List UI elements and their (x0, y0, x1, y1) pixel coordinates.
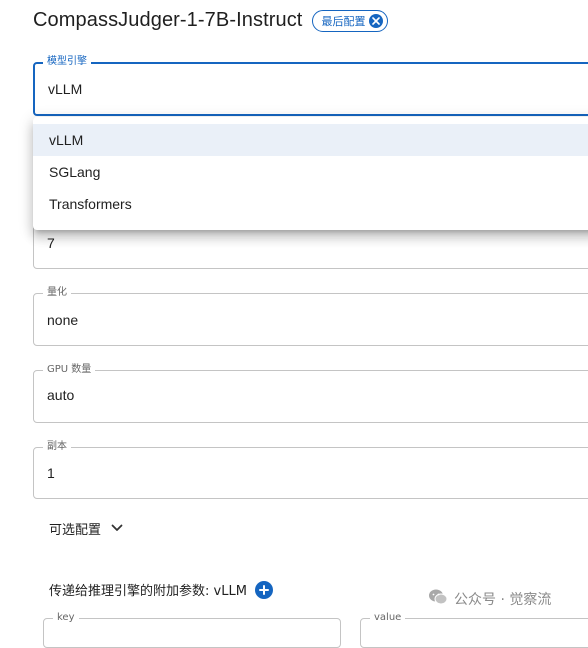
gpu-count-label: GPU 数量 (43, 363, 96, 377)
quantization-select[interactable]: 量化 none (33, 286, 588, 346)
optional-config-toggle[interactable]: 可选配置 (49, 519, 123, 538)
page-title: CompassJudger-1-7B-Instruct (33, 9, 303, 31)
replicas-label: 副本 (43, 440, 71, 454)
engine-select[interactable]: 模型引擎 vLLM (33, 55, 588, 116)
extra-params-label: 传递给推理引擎的附加参数: vLLM (49, 584, 247, 599)
engine-value: vLLM (48, 81, 83, 97)
last-config-chip[interactable]: 最后配置 (312, 9, 389, 32)
menu-item-vllm[interactable]: vLLM (33, 124, 588, 156)
last-config-chip-label: 最后配置 (321, 14, 366, 28)
param-value-input[interactable]: value (360, 611, 588, 648)
gpu-count-field[interactable]: GPU 数量 auto (33, 363, 588, 423)
watermark-text: 公众号 · 觉察流 (454, 592, 552, 608)
gpu-count-value: auto (47, 387, 75, 403)
add-param-button[interactable] (254, 580, 273, 599)
quantization-value: none (47, 312, 79, 328)
engine-label: 模型引擎 (43, 55, 91, 69)
watermark: 公众号 · 觉察流 (428, 588, 551, 610)
chevron-down-icon (111, 521, 123, 536)
replicas-value: 1 (47, 465, 55, 481)
menu-item-sglang[interactable]: SGLang (33, 156, 588, 188)
menu-item-transformers[interactable]: Transformers (33, 188, 588, 220)
extra-params-row: 传递给推理引擎的附加参数: vLLM (49, 580, 273, 599)
wechat-icon (428, 588, 448, 610)
hidden-field-value: 7 (47, 235, 55, 251)
param-key-input[interactable]: key (43, 611, 341, 648)
optional-config-label: 可选配置 (49, 523, 102, 538)
title-row: CompassJudger-1-7B-Instruct 最后配置 (33, 9, 389, 32)
engine-dropdown-menu: vLLM SGLang Transformers (33, 117, 588, 230)
param-value-label: value (370, 611, 406, 625)
replicas-field[interactable]: 副本 1 (33, 440, 588, 499)
param-key-label: key (53, 611, 79, 625)
quantization-label: 量化 (43, 286, 71, 300)
plus-icon (258, 584, 269, 595)
close-icon[interactable] (369, 13, 384, 28)
